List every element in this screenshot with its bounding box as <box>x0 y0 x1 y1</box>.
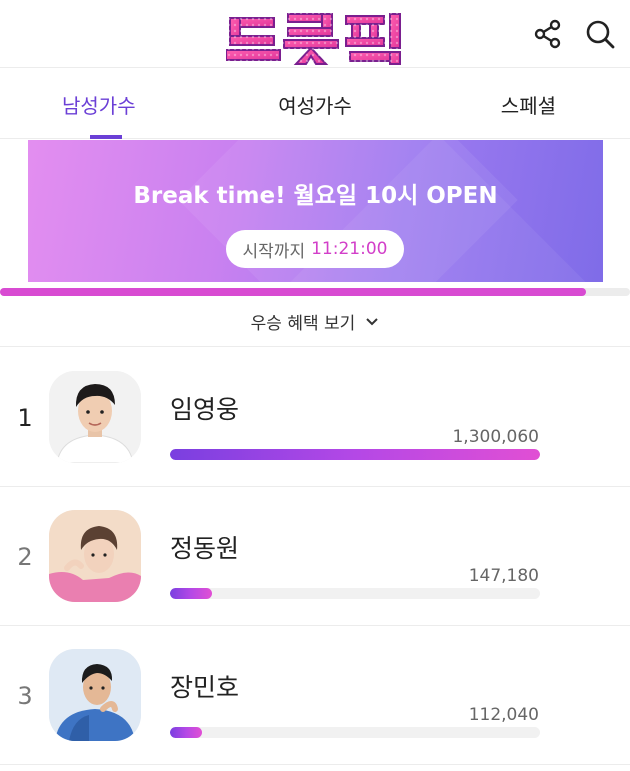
share-button[interactable] <box>528 14 568 54</box>
singer-name: 정동원 <box>170 534 240 563</box>
vote-bar <box>170 588 540 599</box>
countdown-time: 11:21:00 <box>311 239 388 259</box>
rank-number: 2 <box>17 543 33 571</box>
ranking-row-2[interactable]: 2 정동원 147,180 <box>0 487 630 626</box>
avatar[interactable] <box>49 371 141 463</box>
vote-count: 1,300,060 <box>452 427 539 447</box>
tab-male-singers[interactable]: 남성가수 <box>0 69 210 139</box>
singer-name: 임영웅 <box>170 395 240 424</box>
chevron-down-icon <box>366 317 379 325</box>
countdown-label: 시작까지 <box>242 241 306 262</box>
app-header <box>0 0 630 68</box>
vote-count: 112,040 <box>468 705 539 725</box>
ranking-row-1[interactable]: 1 임영웅 1,300,060 <box>0 348 630 487</box>
singer-name: 장민호 <box>170 673 240 702</box>
trotpick-logo[interactable] <box>225 10 406 66</box>
rank-number: 1 <box>17 404 33 432</box>
rank-number: 3 <box>17 682 33 710</box>
category-tabs: 남성가수 여성가수 스페셜 <box>0 69 630 139</box>
vote-bar <box>170 727 540 738</box>
benefit-label: 우승 혜택 보기 <box>250 314 356 334</box>
countdown-pill: 시작까지 11:21:00 <box>226 230 404 268</box>
banner-title: Break time! 월요일 10시 OPEN <box>133 183 498 209</box>
avatar[interactable] <box>49 510 141 602</box>
break-time-banner: Break time! 월요일 10시 OPEN 시작까지 11:21:00 <box>28 140 603 282</box>
avatar[interactable] <box>49 649 141 741</box>
share-icon <box>534 19 561 49</box>
ranking-row-3[interactable]: 3 장민호 112,040 <box>0 626 630 765</box>
vote-count: 147,180 <box>468 566 539 586</box>
search-icon <box>586 20 615 49</box>
search-button[interactable] <box>580 14 620 54</box>
timer-progress-fill <box>0 288 586 296</box>
vote-bar <box>170 449 540 460</box>
vote-bar-fill <box>170 449 540 460</box>
winner-benefit-toggle[interactable]: 우승 혜택 보기 <box>0 297 630 347</box>
timer-progress-bar <box>0 288 630 296</box>
tab-female-singers[interactable]: 여성가수 <box>210 69 420 139</box>
tab-special[interactable]: 스페셜 <box>420 69 630 139</box>
vote-bar-fill <box>170 588 212 599</box>
vote-bar-fill <box>170 727 202 738</box>
